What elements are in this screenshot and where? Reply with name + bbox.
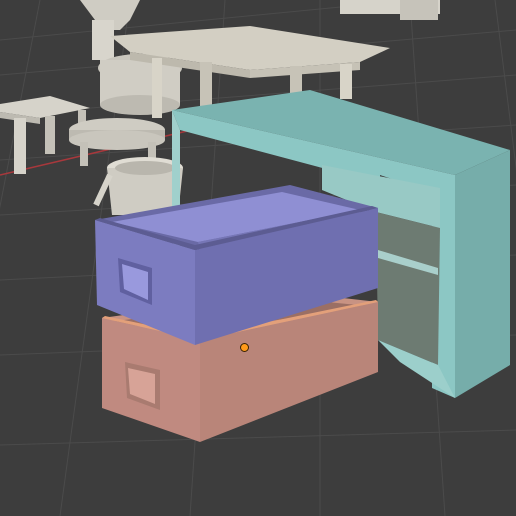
selection-origin-marker xyxy=(240,343,249,352)
scene-canvas[interactable] xyxy=(0,0,516,516)
3d-viewport[interactable] xyxy=(0,0,516,516)
bucket-object[interactable] xyxy=(93,157,183,215)
